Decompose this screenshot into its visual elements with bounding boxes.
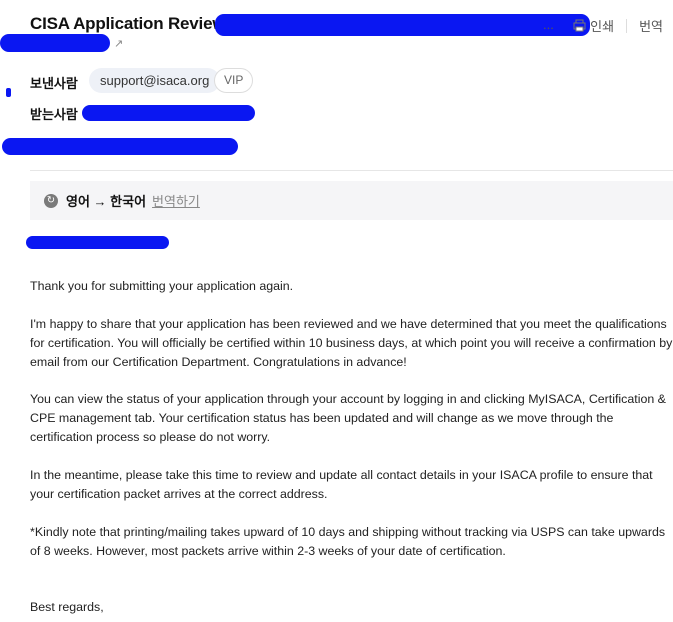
- body-paragraph: In the meantime, please take this time t…: [30, 468, 653, 501]
- redaction-recipient: [82, 105, 255, 121]
- print-button[interactable]: 인쇄: [573, 16, 614, 35]
- sender-label: 보낸사람: [30, 76, 78, 91]
- body-paragraph: I'm happy to share that your application…: [30, 317, 673, 369]
- body-paragraph: *Kindly note that printing/mailing takes…: [30, 525, 666, 558]
- redaction-subject: [215, 14, 590, 36]
- subject-ellipsis: ...: [543, 17, 554, 32]
- translate-button[interactable]: 번역: [639, 16, 663, 35]
- redaction-cc: [2, 138, 238, 155]
- body-paragraph: Thank you for submitting your applicatio…: [30, 279, 294, 293]
- sender-email-chip[interactable]: support@isaca.org: [89, 68, 221, 93]
- header-actions: 인쇄 번역: [573, 16, 663, 35]
- redaction-greeting: [26, 236, 169, 249]
- email-subject: CISA Application Review [: [30, 14, 236, 33]
- translate-now-link[interactable]: 번역하기: [152, 191, 200, 210]
- body-paragraph: You can view the status of your applicat…: [30, 392, 666, 444]
- translate-bar: ↻ 영어 → 한국어 번역하기: [30, 181, 673, 220]
- actions-divider: [626, 18, 628, 33]
- print-icon: [573, 19, 586, 32]
- translate-languages[interactable]: 영어 → 한국어: [66, 191, 146, 210]
- print-label: 인쇄: [590, 19, 615, 34]
- redaction-mark: [6, 88, 11, 97]
- closing-line: Best regards,: [30, 600, 104, 614]
- header-divider: [30, 170, 673, 171]
- external-link-icon[interactable]: ↗: [114, 38, 126, 50]
- translate-icon: ↻: [44, 193, 58, 208]
- vip-badge[interactable]: VIP: [214, 68, 254, 93]
- recipient-label: 받는사람: [30, 107, 78, 122]
- redaction-subject-line2: [0, 34, 110, 52]
